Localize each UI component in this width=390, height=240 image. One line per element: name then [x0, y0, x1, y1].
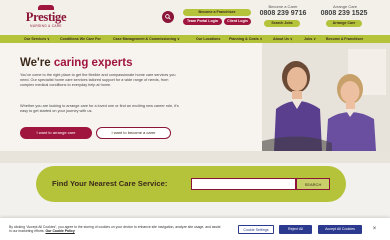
search-button[interactable] [162, 11, 174, 23]
become-franchisee-button[interactable]: Become a Franchisee [183, 9, 251, 16]
hero-section: We're caring experts You've come to the … [0, 43, 390, 151]
hero-title-accent: caring experts [53, 57, 133, 69]
cookie-policy-link[interactable]: Our Cookie Policy [46, 229, 75, 233]
logo-tagline: NURSING & CARE [30, 24, 62, 28]
search-jobs-button[interactable]: Search Jobs [264, 20, 300, 27]
hero-intro-text: You've come to the right place to get th… [20, 73, 176, 87]
cookie-message: By clicking “Accept All Cookies”, you ag… [9, 225, 224, 234]
hero-title: We're caring experts [20, 57, 132, 69]
cookie-banner: By clicking “Accept All Cookies”, you ag… [0, 218, 390, 240]
main-nav: Our Services ∨ Conditions We Care For Ca… [0, 35, 390, 43]
hero-photo [262, 43, 390, 151]
nav-our-locations[interactable]: Our Locations [196, 35, 220, 43]
nav-planning-costs[interactable]: Planning & Costs ∨ [229, 35, 262, 43]
nav-our-services[interactable]: Our Services ∨ [24, 35, 50, 43]
close-icon[interactable]: × [371, 226, 378, 233]
cookie-settings-button[interactable]: Cookie Settings [238, 225, 274, 234]
finder-title: Find Your Nearest Care Service: [52, 179, 168, 188]
become-carer-cta[interactable]: I want to become a carer [96, 127, 171, 139]
nav-about-us[interactable]: About Us ∨ [273, 35, 293, 43]
reject-all-button[interactable]: Reject All [279, 225, 312, 234]
section-divider [0, 151, 390, 163]
cookie-message-text: By clicking “Accept All Cookies”, you ag… [9, 225, 221, 234]
site-header: Prestige NURSING & CARE Become a Franchi… [0, 0, 390, 33]
nav-become-franchisee[interactable]: Become A Franchisee [326, 35, 363, 43]
nav-conditions[interactable]: Conditions We Care For [60, 35, 101, 43]
logo-wordmark: Prestige [25, 10, 67, 24]
team-portal-login-button[interactable]: Team Portal Login [183, 18, 222, 25]
arrange-care-label: Arrange Care [332, 4, 357, 9]
postcode-search-input[interactable] [191, 178, 296, 190]
care-service-finder: Find Your Nearest Care Service: SEARCH [36, 166, 346, 202]
arrange-care-button[interactable]: Arrange Care [326, 20, 362, 27]
magnifier-icon [165, 14, 171, 20]
finder-search-button[interactable]: SEARCH [296, 178, 330, 190]
client-login-button[interactable]: Client Login [224, 18, 251, 25]
arrange-phone-number[interactable]: 0808 239 1525 [318, 10, 370, 17]
carers-illustration [262, 43, 390, 151]
carer-phone-number[interactable]: 0808 239 9716 [257, 10, 309, 17]
nav-case-management[interactable]: Case Management & Commissioning ∨ [113, 35, 180, 43]
prestige-logo[interactable]: Prestige NURSING & CARE [22, 5, 70, 30]
become-carer-label: Become a Carer [268, 4, 298, 9]
hero-title-lead: We're [20, 57, 54, 69]
nav-jobs[interactable]: Jobs ∨ [304, 35, 316, 43]
arrange-care-cta[interactable]: I want to arrange care [20, 127, 92, 139]
accept-all-cookies-button[interactable]: Accept All Cookies [318, 225, 362, 234]
hero-journey-text: Whether you are looking to arrange care … [20, 104, 179, 113]
